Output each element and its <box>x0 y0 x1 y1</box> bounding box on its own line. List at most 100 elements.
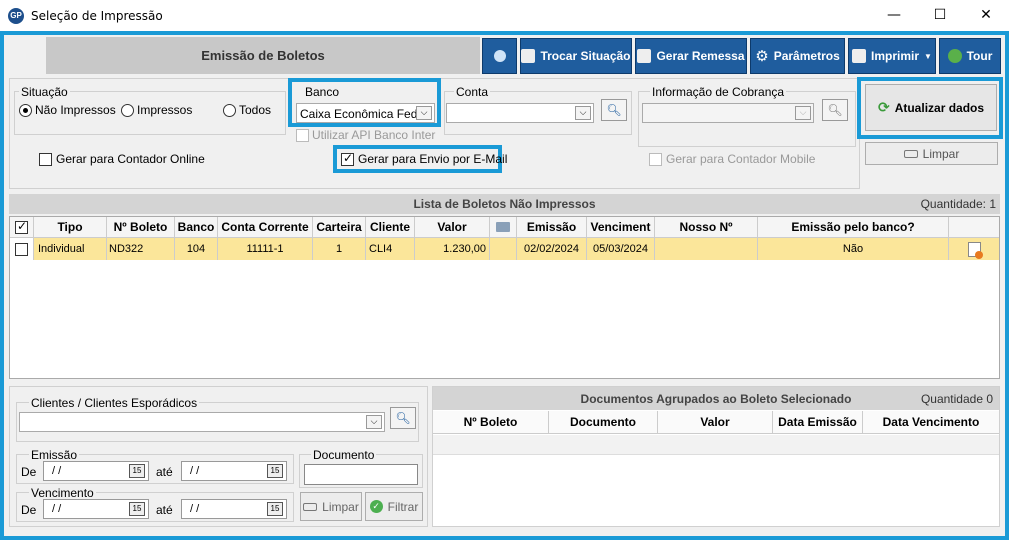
select-all-checkbox[interactable] <box>10 217 34 237</box>
column-header[interactable]: Tipo <box>34 217 107 237</box>
column-header[interactable]: Nosso Nº <box>655 217 758 237</box>
vencimento-de-label: De <box>21 503 37 517</box>
column-header[interactable]: Cliente <box>366 217 415 237</box>
cell-cliente: CLI4 <box>366 238 415 260</box>
radio-nao-impressos[interactable]: Não Impressos <box>19 103 116 117</box>
document-swap-icon <box>521 49 536 63</box>
emissao-from-value: / / <box>52 465 62 477</box>
emissao-to-value: / / <box>190 465 200 477</box>
column-header[interactable]: Valor <box>658 411 773 433</box>
cell-vencimento: 05/03/2024 <box>587 238 655 260</box>
filtrar-label: Filtrar <box>387 499 419 514</box>
filtrar-button[interactable]: ✓ Filtrar <box>365 492 423 521</box>
calendar-icon[interactable]: 15 <box>267 464 283 478</box>
contador-mobile-label: Gerar para Contador Mobile <box>666 152 816 166</box>
cell-carteira: 1 <box>313 238 366 260</box>
cell-emissao: 02/02/2024 <box>517 238 587 260</box>
documentos-title-bar: Documentos Agrupados ao Boleto Seleciona… <box>433 387 999 410</box>
eraser-icon <box>303 502 318 511</box>
column-header[interactable]: Data Emissão <box>773 411 863 433</box>
limpar-top-button[interactable]: Limpar <box>865 142 998 165</box>
column-header[interactable]: Conta Corrente <box>218 217 313 237</box>
tour-button[interactable]: Tour <box>939 38 1001 74</box>
column-header[interactable]: Carteira <box>313 217 366 237</box>
column-header[interactable]: Nº Boleto <box>107 217 175 237</box>
page-title: Emissão de Boletos <box>201 48 325 63</box>
column-header[interactable]: Documento <box>549 411 658 433</box>
documento-input[interactable] <box>304 464 418 485</box>
envio-email-label: Gerar para Envio por E-Mail <box>358 152 508 166</box>
printer-icon <box>852 49 867 63</box>
limpar-filter-label: Limpar <box>322 499 359 514</box>
row-checkbox-cell[interactable] <box>10 238 34 260</box>
checkbox[interactable] <box>15 219 28 234</box>
info-button[interactable] <box>482 38 517 74</box>
column-header[interactable]: Banco <box>175 217 218 237</box>
table-row[interactable]: Individual ND322 104 11111-1 1 CLI4 1.23… <box>10 238 999 260</box>
cell-valor: 1.230,00 <box>415 238 490 260</box>
column-header[interactable]: Nº Boleto <box>433 411 549 433</box>
row-action-cell[interactable] <box>949 238 999 260</box>
checkbox[interactable] <box>39 152 52 166</box>
checkbox[interactable] <box>296 128 309 142</box>
document-icon[interactable] <box>967 241 983 259</box>
checkbox[interactable] <box>15 242 28 256</box>
column-header[interactable]: Venciment <box>587 217 655 237</box>
cell-banco: 104 <box>175 238 218 260</box>
vencimento-from-input[interactable]: / / 15 <box>43 499 149 519</box>
cell-nosso <box>655 238 758 260</box>
checkbox[interactable] <box>649 152 662 166</box>
parametros-button[interactable]: ⚙ Parâmetros <box>750 38 845 74</box>
radio-button[interactable] <box>223 103 236 117</box>
radio-todos[interactable]: Todos <box>223 103 271 117</box>
contador-mobile-checkbox[interactable]: Gerar para Contador Mobile <box>649 152 815 166</box>
refresh-icon: ⟳ <box>877 99 890 116</box>
gerar-remessa-button[interactable]: Gerar Remessa <box>635 38 747 74</box>
checkbox[interactable] <box>341 151 354 166</box>
emissao-to-input[interactable]: / / 15 <box>181 461 287 481</box>
conta-label: Conta <box>454 85 491 99</box>
api-banco-inter-checkbox[interactable]: Utilizar API Banco Inter <box>296 128 435 142</box>
trocar-situacao-button[interactable]: Trocar Situação <box>520 38 632 74</box>
clientes-select[interactable]: ⌵ <box>19 412 385 432</box>
column-header[interactable]: Valor <box>415 217 490 237</box>
imprimir-button[interactable]: Imprimir ▼ <box>848 38 936 74</box>
vencimento-to-value: / / <box>190 503 200 515</box>
emissao-ate-label: até <box>156 465 173 479</box>
chevron-down-icon: ⌵ <box>795 106 811 120</box>
title-bar: GP Seleção de Impressão — ☐ ✕ <box>0 0 1009 31</box>
cell-print <box>490 238 517 260</box>
vencimento-to-input[interactable]: / / 15 <box>181 499 287 519</box>
parametros-label: Parâmetros <box>773 49 840 63</box>
search-icon: 🔍︎ <box>606 103 622 117</box>
banco-select[interactable]: Caixa Econômica Feder ⌵ <box>296 103 435 123</box>
atualizar-dados-button[interactable]: ⟳ Atualizar dados <box>865 84 997 131</box>
radio-button[interactable] <box>121 103 134 117</box>
emissao-from-input[interactable]: / / 15 <box>43 461 149 481</box>
radio-button[interactable] <box>19 103 32 117</box>
column-header[interactable]: Data Vencimento <box>863 411 999 433</box>
calendar-icon[interactable]: 15 <box>129 502 145 516</box>
tour-label: Tour <box>966 49 993 63</box>
info-cobranca-select[interactable]: ⌵ <box>642 103 814 123</box>
clientes-search-button[interactable]: 🔍︎ <box>390 407 416 429</box>
info-cobranca-search-button[interactable]: 🔍︎ <box>822 99 848 121</box>
conta-search-button[interactable]: 🔍︎ <box>601 99 627 121</box>
radio-impressos[interactable]: Impressos <box>121 103 192 117</box>
contador-online-checkbox[interactable]: Gerar para Contador Online <box>39 152 205 166</box>
chevron-down-icon: ⌵ <box>366 415 382 429</box>
calendar-icon[interactable]: 15 <box>267 502 283 516</box>
documentos-quantity: Quantidade 0 <box>920 392 993 406</box>
eraser-icon <box>903 149 918 158</box>
minimize-button[interactable]: — <box>871 0 917 31</box>
conta-select[interactable]: ⌵ <box>446 103 594 123</box>
app-icon: GP <box>8 8 24 24</box>
column-header[interactable]: Emissão pelo banco? <box>758 217 949 237</box>
limpar-filter-button[interactable]: Limpar <box>300 492 362 521</box>
calendar-icon[interactable]: 15 <box>129 464 145 478</box>
maximize-button[interactable]: ☐ <box>917 0 963 31</box>
envio-email-checkbox[interactable]: Gerar para Envio por E-Mail <box>341 151 508 166</box>
gear-icon: ⚙ <box>755 47 769 65</box>
column-header[interactable]: Emissão <box>517 217 587 237</box>
close-button[interactable]: ✕ <box>963 0 1009 31</box>
